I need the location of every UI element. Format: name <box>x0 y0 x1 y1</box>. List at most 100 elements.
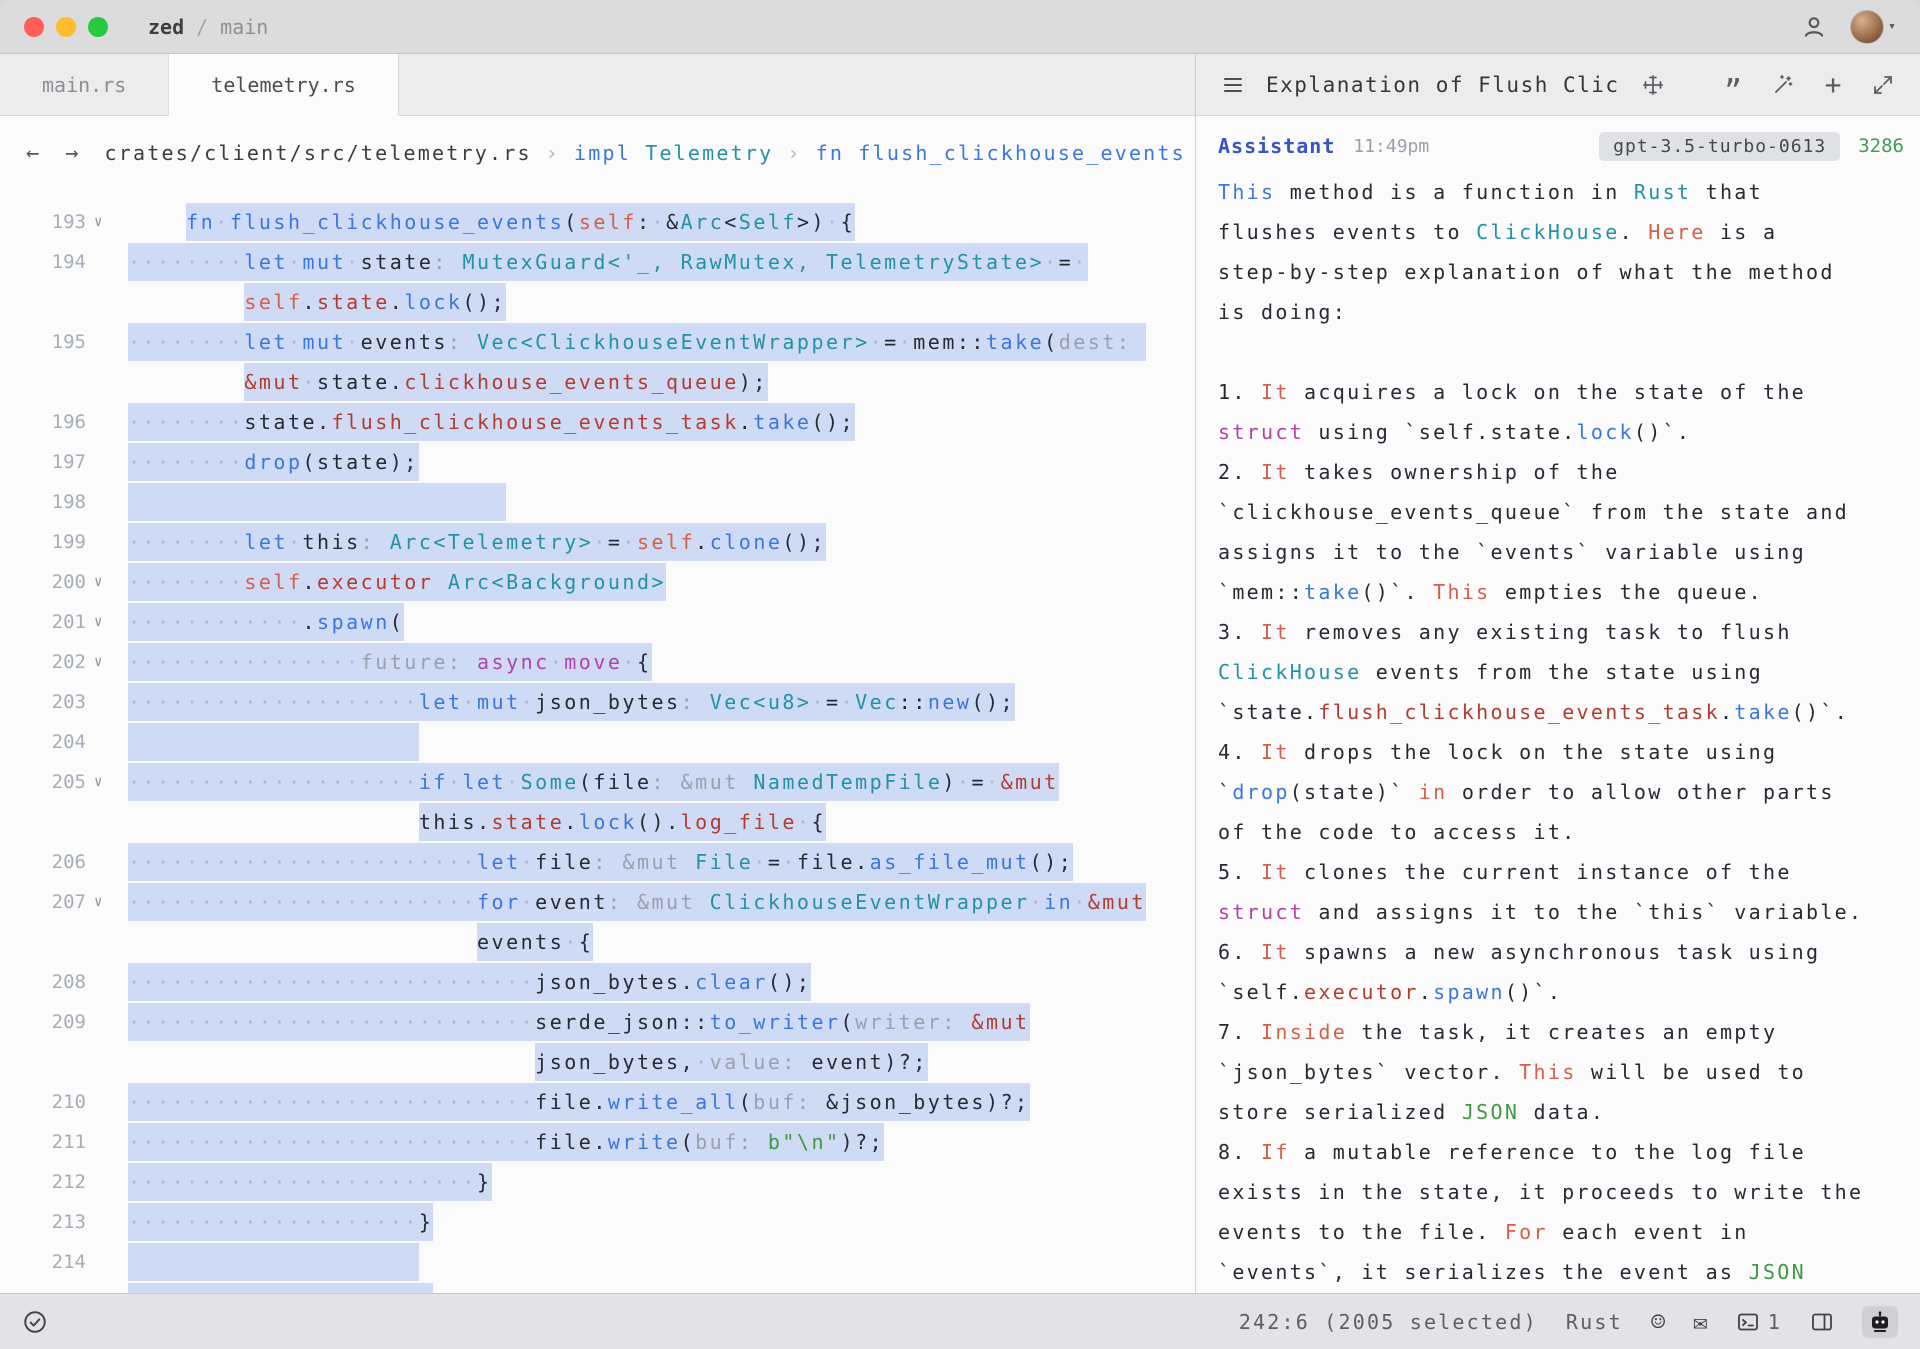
text-segment: { <box>841 210 856 234</box>
crosshair-icon[interactable] <box>1636 68 1670 102</box>
feedback-smiley-icon[interactable]: ☺ <box>1651 1310 1665 1334</box>
close-window-button[interactable] <box>24 17 44 37</box>
tab-main.rs[interactable]: main.rs <box>0 54 169 115</box>
code-row[interactable]: 210····························file.writ… <box>0 1082 1195 1122</box>
quote-selection-icon[interactable]: ” <box>1716 68 1750 102</box>
selected-code: this.state.lock().log_file·{ <box>419 803 826 841</box>
code-row[interactable]: 207∨························for·event: &… <box>0 882 1195 922</box>
text-segment: spawn <box>1433 980 1505 1004</box>
code-row[interactable]: events·{ <box>0 922 1195 962</box>
text-segment: . <box>1419 980 1433 1004</box>
code-row[interactable]: this.state.lock().log_file·{ <box>0 802 1195 842</box>
code-row[interactable]: 212························} <box>0 1162 1195 1202</box>
selected-code: ····················} <box>128 1203 433 1241</box>
diagnostics-check-icon[interactable] <box>22 1309 48 1335</box>
fold-toggle-icon[interactable]: ∨ <box>86 882 126 922</box>
code-line: self.state.lock(); <box>128 282 1195 322</box>
dock-panel-icon[interactable] <box>1810 1310 1834 1334</box>
selected-code: ········let·mut·state: MutexGuard<'_, Ra… <box>128 243 1088 281</box>
text-segment: ( <box>1044 330 1059 354</box>
text-segment: · <box>1073 890 1088 914</box>
magic-wand-icon[interactable] <box>1766 68 1800 102</box>
code-row[interactable]: 203····················let·mut·json_byte… <box>0 682 1195 722</box>
git-branch-label[interactable]: main <box>220 15 268 39</box>
soft-wrap-indent <box>128 290 244 314</box>
code-row[interactable]: json_bytes,·value: event)?; <box>0 1042 1195 1082</box>
code-row[interactable]: 194········let·mut·state: MutexGuard<'_,… <box>0 242 1195 282</box>
code-row[interactable]: 196········state.flush_clickhouse_events… <box>0 402 1195 442</box>
text-segment: let <box>477 850 521 874</box>
code-row[interactable]: 208····························json_byte… <box>0 962 1195 1002</box>
collaborators-button[interactable] <box>1796 9 1832 45</box>
code-row[interactable]: 193∨ fn·flush_clickhouse_events(self:·&A… <box>0 202 1195 242</box>
code-row[interactable]: 214 <box>0 1242 1195 1282</box>
soft-wrap-indent <box>128 930 477 954</box>
selected-code: self.state.lock(); <box>244 283 506 321</box>
text-segment: . <box>317 410 332 434</box>
text-segment: Vec<ClickhouseEventWrapper> <box>477 330 870 354</box>
code-row[interactable]: 206························let·file: &mu… <box>0 842 1195 882</box>
text-segment: &mut <box>1088 890 1146 914</box>
assistant-text-line: 7. Inside the task, it creates an empty <box>1218 1012 1904 1052</box>
code-row[interactable]: 199········let·this: Arc<Telemetry>·=·se… <box>0 522 1195 562</box>
code-row[interactable]: 198 <box>0 482 1195 522</box>
menu-icon[interactable] <box>1216 68 1250 102</box>
fold-toggle-icon[interactable]: ∨ <box>86 602 126 642</box>
code-line: ········let·mut·events: Vec<ClickhouseEv… <box>128 322 1195 362</box>
code-row[interactable]: 211····························file.writ… <box>0 1122 1195 1162</box>
text-segment: `self. <box>1218 980 1304 1004</box>
text-segment: · <box>753 850 768 874</box>
code-editor[interactable]: 192193∨ fn·flush_clickhouse_events(self:… <box>0 190 1195 1293</box>
mail-icon[interactable]: ✉ <box>1693 1310 1707 1334</box>
new-conversation-icon[interactable]: + <box>1816 68 1850 102</box>
minimize-window-button[interactable] <box>56 17 76 37</box>
code-row[interactable]: 195········let·mut·events: Vec<Clickhous… <box>0 322 1195 362</box>
zoom-window-button[interactable] <box>88 17 108 37</box>
user-menu[interactable]: ▾ <box>1850 10 1896 44</box>
code-row[interactable]: 192 <box>0 190 1195 202</box>
text-segment: : <box>433 250 462 274</box>
assistant-toggle[interactable] <box>1862 1306 1898 1338</box>
code-row[interactable]: 213····················} <box>0 1202 1195 1242</box>
text-segment: :: <box>899 690 928 714</box>
code-line: ····················if·let·Some(file: &m… <box>128 762 1195 802</box>
code-row[interactable]: 204 <box>0 722 1195 762</box>
fold-toggle-icon[interactable]: ∨ <box>86 762 126 802</box>
breadcrumb-fn-keyword: fn <box>816 141 844 165</box>
message-role[interactable]: Assistant <box>1218 134 1335 158</box>
text-segment: self <box>244 570 302 594</box>
assistant-conversation[interactable]: Assistant 11:49pm gpt-3.5-turbo-0613 328… <box>1196 116 1920 1293</box>
fold-toggle-icon[interactable]: ∨ <box>86 562 126 602</box>
code-row[interactable]: self.state.lock(); <box>0 282 1195 322</box>
code-row[interactable]: 209····························serde_jso… <box>0 1002 1195 1042</box>
fold-toggle-icon[interactable]: ∨ <box>86 642 126 682</box>
code-row[interactable]: 215····················} <box>0 1282 1195 1293</box>
assistant-conversation-title[interactable]: Explanation of Flush Clic <box>1266 73 1620 97</box>
code-row[interactable]: 200∨········self.executor Arc<Background… <box>0 562 1195 602</box>
code-row[interactable]: 201∨············.spawn( <box>0 602 1195 642</box>
forward-button[interactable]: → <box>65 141 78 166</box>
text-segment: take <box>986 330 1044 354</box>
text-segment: file <box>797 850 855 874</box>
code-row[interactable]: 205∨····················if·let·Some(file… <box>0 762 1195 802</box>
text-segment: flush_clickhouse_events_task <box>332 410 739 434</box>
selected-code: ························for·event: &mut … <box>128 883 1146 921</box>
language-selector[interactable]: Rust <box>1566 1310 1623 1334</box>
text-segment: · <box>695 1050 710 1074</box>
code-row[interactable]: 202∨················future: async·move·{ <box>0 642 1195 682</box>
text-segment: ); <box>739 370 768 394</box>
text-segment: · <box>841 690 856 714</box>
status-bar: 242:6 (2005 selected) Rust ☺ ✉ 1 <box>0 1293 1920 1349</box>
text-segment: · <box>346 330 361 354</box>
model-badge[interactable]: gpt-3.5-turbo-0613 <box>1599 132 1840 161</box>
breadcrumb[interactable]: ← → crates/client/src/telemetry.rs › imp… <box>0 116 1195 190</box>
expand-icon[interactable] <box>1866 68 1900 102</box>
code-row[interactable]: 197········drop(state); <box>0 442 1195 482</box>
fold-toggle-icon[interactable]: ∨ <box>86 202 126 242</box>
fold-gutter <box>86 1002 126 1042</box>
back-button[interactable]: ← <box>26 141 39 166</box>
tab-telemetry.rs[interactable]: telemetry.rs <box>169 54 399 116</box>
code-row[interactable]: &mut·state.clickhouse_events_queue); <box>0 362 1195 402</box>
terminal-toggle[interactable]: 1 <box>1736 1310 1782 1334</box>
cursor-position[interactable]: 242:6 (2005 selected) <box>1239 1310 1538 1334</box>
